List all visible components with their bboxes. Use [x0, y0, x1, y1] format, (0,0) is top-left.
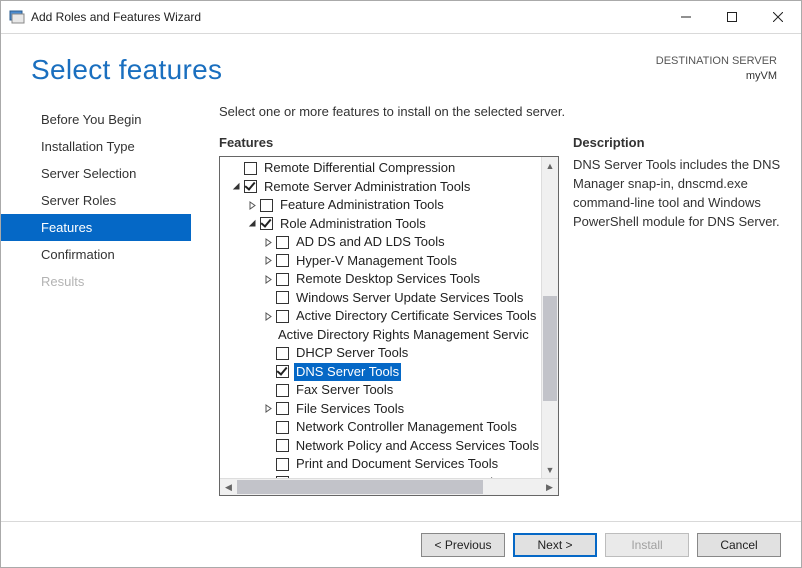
tree-checkbox[interactable]	[276, 291, 289, 304]
page-title: Select features	[31, 54, 222, 86]
tree-item-label[interactable]: Fax Server Tools	[294, 381, 395, 399]
tree-item-label[interactable]: File Services Tools	[294, 400, 406, 418]
tree-item[interactable]: Active Directory Certificate Services To…	[230, 307, 541, 326]
sidebar-item-before-you-begin[interactable]: Before You Begin	[1, 106, 191, 133]
window-title: Add Roles and Features Wizard	[31, 10, 201, 24]
tree-checkbox[interactable]	[276, 236, 289, 249]
tree-item[interactable]: DHCP Server Tools	[230, 344, 541, 363]
sidebar-item-results: Results	[1, 268, 191, 295]
sidebar-item-installation-type[interactable]: Installation Type	[1, 133, 191, 160]
previous-button[interactable]: < Previous	[421, 533, 505, 557]
tree-item-label[interactable]: DNS Server Tools	[294, 363, 401, 381]
collapse-icon[interactable]	[246, 218, 258, 230]
sidebar-item-server-roles[interactable]: Server Roles	[1, 187, 191, 214]
destination-label: DESTINATION SERVER	[656, 54, 777, 69]
vertical-scroll-thumb[interactable]	[543, 296, 557, 401]
tree-item[interactable]: Role Administration Tools	[230, 215, 541, 234]
tree-item-label[interactable]: Active Directory Certificate Services To…	[294, 307, 538, 325]
tree-checkbox[interactable]	[276, 384, 289, 397]
tree-item-label[interactable]: Hyper-V Management Tools	[294, 252, 459, 270]
tree-item[interactable]: Fax Server Tools	[230, 381, 541, 400]
features-label: Features	[219, 135, 559, 150]
scroll-down-icon[interactable]: ▼	[542, 461, 558, 478]
intro-text: Select one or more features to install o…	[219, 104, 787, 119]
description-label: Description	[573, 135, 787, 150]
tree-item-label[interactable]: Feature Administration Tools	[278, 196, 446, 214]
expand-icon[interactable]	[246, 199, 258, 211]
tree-checkbox[interactable]	[260, 199, 273, 212]
tree-item[interactable]: Remote Server Administration Tools	[230, 178, 541, 197]
sidebar-item-features[interactable]: Features	[1, 214, 191, 241]
caption-buttons	[663, 1, 801, 33]
tree-item-label[interactable]: Remote Desktop Services Tools	[294, 270, 482, 288]
tree-checkbox[interactable]	[276, 458, 289, 471]
titlebar: Add Roles and Features Wizard	[1, 1, 801, 33]
tree-checkbox[interactable]	[260, 217, 273, 230]
tree-checkbox[interactable]	[276, 254, 289, 267]
tree-item[interactable]: Print and Document Services Tools	[230, 455, 541, 474]
close-button[interactable]	[755, 1, 801, 33]
next-button[interactable]: Next >	[513, 533, 597, 557]
horizontal-scrollbar[interactable]: ◀ ▶	[220, 478, 558, 495]
tree-item-label[interactable]: Network Controller Management Tools	[294, 418, 519, 436]
sidebar-item-server-selection[interactable]: Server Selection	[1, 160, 191, 187]
destination-server: DESTINATION SERVER myVM	[656, 54, 777, 85]
tree-item[interactable]: Network Policy and Access Services Tools	[230, 437, 541, 456]
expand-icon[interactable]	[262, 255, 274, 267]
tree-item-label[interactable]: AD DS and AD LDS Tools	[294, 233, 447, 251]
tree-item[interactable]: Hyper-V Management Tools	[230, 252, 541, 271]
maximize-button[interactable]	[709, 1, 755, 33]
wizard-header: Select features DESTINATION SERVER myVM	[1, 34, 801, 104]
minimize-button[interactable]	[663, 1, 709, 33]
install-button[interactable]: Install	[605, 533, 689, 557]
tree-item-label[interactable]: Windows Server Update Services Tools	[294, 289, 525, 307]
expand-icon[interactable]	[262, 273, 274, 285]
tree-item-label[interactable]: Active Directory Rights Management Servi…	[276, 326, 531, 344]
tree-item[interactable]: File Services Tools	[230, 400, 541, 419]
tree-item[interactable]: AD DS and AD LDS Tools	[230, 233, 541, 252]
wizard-footer: < Previous Next > Install Cancel	[1, 521, 801, 567]
tree-item[interactable]: Feature Administration Tools	[230, 196, 541, 215]
collapse-icon[interactable]	[230, 181, 242, 193]
tree-item-label[interactable]: Print and Document Services Tools	[294, 455, 500, 473]
tree-item-label[interactable]: Role Administration Tools	[278, 215, 428, 233]
wizard-sidebar: Before You BeginInstallation TypeServer …	[1, 104, 191, 496]
scroll-up-icon[interactable]: ▲	[542, 157, 558, 174]
horizontal-scroll-thumb[interactable]	[237, 480, 483, 494]
tree-checkbox[interactable]	[276, 273, 289, 286]
tree-checkbox[interactable]	[244, 180, 257, 193]
app-icon	[9, 9, 25, 25]
sidebar-item-confirmation[interactable]: Confirmation	[1, 241, 191, 268]
tree-item[interactable]: Network Controller Management Tools	[230, 418, 541, 437]
description-text: DNS Server Tools includes the DNS Manage…	[573, 156, 787, 231]
expand-icon[interactable]	[262, 310, 274, 322]
tree-item-label[interactable]: Remote Differential Compression	[262, 159, 457, 177]
expand-icon[interactable]	[262, 403, 274, 415]
tree-checkbox[interactable]	[276, 402, 289, 415]
tree-checkbox[interactable]	[276, 365, 289, 378]
tree-checkbox[interactable]	[244, 162, 257, 175]
expand-icon[interactable]	[262, 236, 274, 248]
features-treeview[interactable]: Remote Differential CompressionRemote Se…	[219, 156, 559, 496]
tree-item-label[interactable]: Network Policy and Access Services Tools	[294, 437, 541, 455]
tree-checkbox[interactable]	[276, 347, 289, 360]
cancel-button[interactable]: Cancel	[697, 533, 781, 557]
tree-item[interactable]: Remote Desktop Services Tools	[230, 270, 541, 289]
tree-checkbox[interactable]	[276, 439, 289, 452]
tree-item[interactable]: Windows Server Update Services Tools	[230, 289, 541, 308]
scroll-right-icon[interactable]: ▶	[541, 479, 558, 496]
tree-item-label[interactable]: Remote Server Administration Tools	[262, 178, 472, 196]
vertical-scrollbar[interactable]: ▲ ▼	[541, 157, 558, 478]
tree-item-label[interactable]: DHCP Server Tools	[294, 344, 410, 362]
tree-item[interactable]: DNS Server Tools	[230, 363, 541, 382]
tree-checkbox[interactable]	[276, 421, 289, 434]
tree-item[interactable]: Remote Differential Compression	[230, 159, 541, 178]
scroll-left-icon[interactable]: ◀	[220, 479, 237, 496]
destination-value: myVM	[656, 69, 777, 84]
tree-checkbox[interactable]	[276, 310, 289, 323]
tree-item[interactable]: Active Directory Rights Management Servi…	[230, 326, 541, 345]
